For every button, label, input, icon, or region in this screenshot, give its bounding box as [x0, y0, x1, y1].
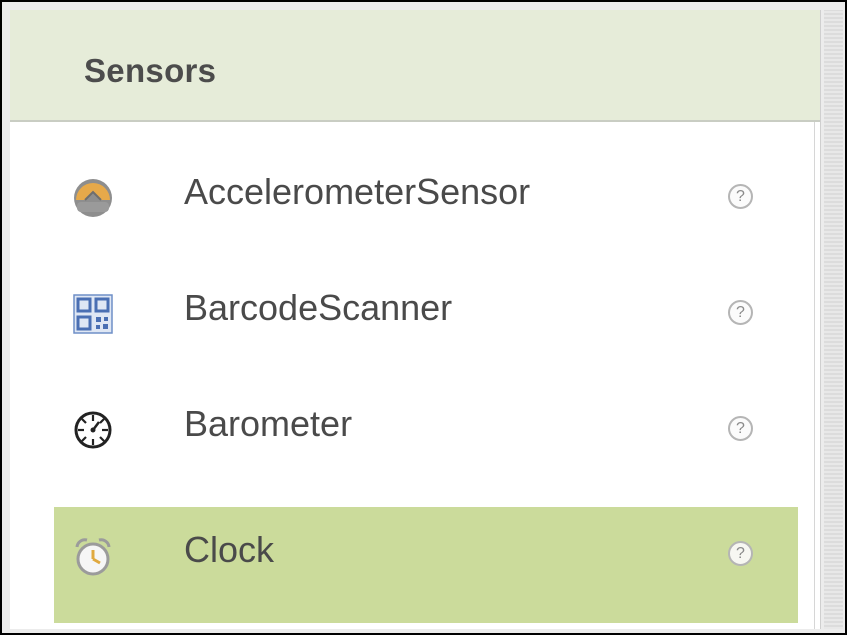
barometer-icon — [73, 410, 113, 450]
accelerometer-icon — [73, 178, 113, 218]
palette-category-header[interactable]: Sensors — [10, 10, 820, 122]
category-title: Sensors — [84, 52, 217, 89]
scrollbar[interactable] — [824, 10, 843, 629]
palette-item-clock[interactable]: Clock ? — [54, 507, 798, 623]
window-frame: Sensors AccelerometerSensor ? BarcodeSca… — [0, 0, 847, 635]
palette-item-label: Barometer — [184, 403, 353, 444]
palette-item-label: BarcodeScanner — [184, 287, 453, 328]
component-list: AccelerometerSensor ? BarcodeScanner ? B… — [10, 122, 815, 629]
barcode-scanner-icon — [73, 294, 113, 334]
help-icon[interactable]: ? — [728, 541, 753, 566]
clock-icon — [73, 537, 113, 577]
help-icon[interactable]: ? — [728, 184, 753, 209]
palette-item-label: AccelerometerSensor — [184, 171, 531, 212]
help-icon[interactable]: ? — [728, 300, 753, 325]
palette-item-barcodescanner[interactable]: BarcodeScanner ? — [54, 250, 798, 366]
palette-panel: Sensors AccelerometerSensor ? BarcodeSca… — [10, 10, 821, 629]
palette-item-accelerometersensor[interactable]: AccelerometerSensor ? — [54, 134, 798, 250]
palette-item-label: Clock — [184, 529, 275, 570]
help-icon[interactable]: ? — [728, 416, 753, 441]
palette-item-barometer[interactable]: Barometer ? — [54, 366, 798, 482]
